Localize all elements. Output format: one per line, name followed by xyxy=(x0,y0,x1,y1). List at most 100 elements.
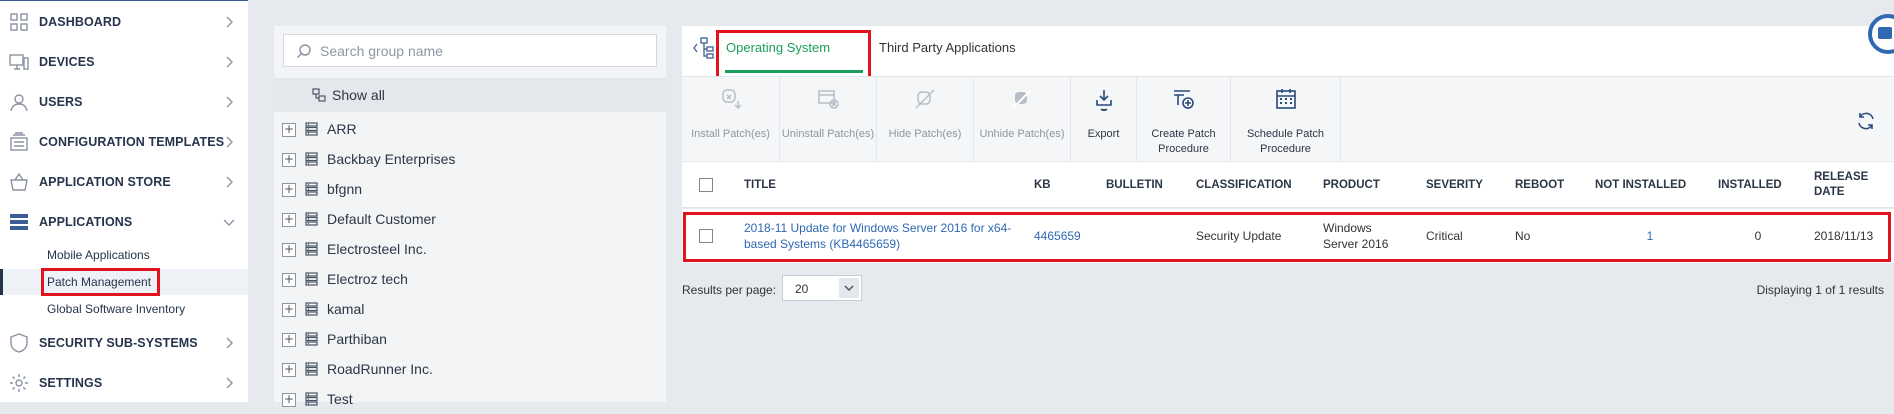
header-product[interactable]: PRODUCT xyxy=(1323,162,1413,208)
group-row[interactable]: + bfgnn xyxy=(274,174,666,204)
nav-application-store[interactable]: APPLICATION STORE xyxy=(0,162,248,202)
header-kb[interactable]: KB xyxy=(1034,162,1094,208)
header-severity[interactable]: SEVERITY xyxy=(1426,162,1506,208)
user-icon xyxy=(10,94,28,112)
chevron-down-icon xyxy=(839,278,859,298)
header-title[interactable]: TITLE xyxy=(744,162,984,208)
expand-icon[interactable]: + xyxy=(282,273,296,287)
results-per-page-label: Results per page: xyxy=(682,283,777,297)
table-header: TITLE KB BULLETIN CLASSIFICATION PRODUCT… xyxy=(682,162,1894,208)
hide-patches-button[interactable]: Hide Patch(es) xyxy=(877,77,974,162)
uninstall-patch-icon xyxy=(818,90,839,109)
nav-security-sub-systems[interactable]: SECURITY SUB-SYSTEMS xyxy=(0,323,248,363)
highlight-box xyxy=(716,30,871,79)
group-row[interactable]: + Default Customer xyxy=(274,204,666,234)
nav-label: APPLICATION STORE xyxy=(39,175,171,189)
export-download-icon xyxy=(1095,90,1112,111)
group-row[interactable]: + Parthiban xyxy=(274,324,666,354)
schedule-patch-procedure-button[interactable]: Schedule Patch Procedure xyxy=(1231,77,1341,162)
header-reboot[interactable]: REBOOT xyxy=(1515,162,1585,208)
expand-icon[interactable]: + xyxy=(282,243,296,257)
subnav-mobile-applications[interactable]: Mobile Applications xyxy=(0,242,248,268)
refresh-icon[interactable] xyxy=(1856,111,1876,131)
chevron-right-icon xyxy=(226,377,233,389)
header-classification[interactable]: CLASSIFICATION xyxy=(1196,162,1306,208)
create-patch-procedure-button[interactable]: Create Patch Procedure xyxy=(1137,77,1231,162)
collapse-tree-icon[interactable] xyxy=(692,36,716,60)
show-all-button[interactable]: Show all xyxy=(274,78,666,112)
nav-label: APPLICATIONS xyxy=(39,215,133,229)
nav-label: DASHBOARD xyxy=(39,15,122,29)
chevron-right-icon xyxy=(226,56,233,68)
expand-icon[interactable]: + xyxy=(282,303,296,317)
expand-icon[interactable]: + xyxy=(282,183,296,197)
expand-icon[interactable]: + xyxy=(282,213,296,227)
toolbar: Install Patch(es) Uninstall Patch(es) Hi… xyxy=(682,76,1894,177)
table-footer: Results per page: 20 Displaying 1 of 1 r… xyxy=(682,263,1894,323)
expand-icon[interactable]: + xyxy=(282,363,296,377)
nav-settings[interactable]: SETTINGS xyxy=(0,363,248,403)
nav-dashboard[interactable]: DASHBOARD xyxy=(0,2,248,42)
group-row[interactable]: + Electrosteel Inc. xyxy=(274,234,666,264)
chevron-right-icon xyxy=(226,16,233,28)
expand-icon[interactable]: + xyxy=(282,123,296,137)
group-search-input[interactable] xyxy=(320,35,650,66)
group-row[interactable]: + kamal xyxy=(274,294,666,324)
expand-icon[interactable]: + xyxy=(282,393,296,407)
nav-configuration-templates[interactable]: CONFIGURATION TEMPLATES xyxy=(0,122,248,162)
nav-label: SECURITY SUB-SYSTEMS xyxy=(39,336,198,350)
nav-label: DEVICES xyxy=(39,55,95,69)
group-row[interactable]: + Backbay Enterprises xyxy=(274,144,666,174)
export-label: Export xyxy=(1087,128,1120,140)
header-installed[interactable]: INSTALLED xyxy=(1718,162,1798,208)
server-group-icon xyxy=(305,212,318,226)
group-row[interactable]: + Test xyxy=(274,384,666,414)
tab-third-party-applications[interactable]: Third Party Applications xyxy=(879,40,1016,55)
highlight-box xyxy=(683,212,1891,262)
nav-applications[interactable]: APPLICATIONS xyxy=(0,202,248,242)
group-row[interactable]: + RoadRunner Inc. xyxy=(274,354,666,384)
server-group-icon xyxy=(305,272,318,286)
subnav-global-software-inventory[interactable]: Global Software Inventory xyxy=(0,296,248,322)
expand-icon[interactable]: + xyxy=(282,153,296,167)
nav-devices[interactable]: DEVICES xyxy=(0,42,248,82)
server-group-icon xyxy=(305,302,318,316)
displaying-count: Displaying 1 of 1 results xyxy=(1756,283,1884,297)
header-release-date[interactable]: RELEASE DATE xyxy=(1814,162,1874,208)
server-group-icon xyxy=(305,122,318,136)
schedule-patch-procedure-label: Schedule Patch Procedure xyxy=(1246,128,1325,155)
install-patches-button[interactable]: Install Patch(es) xyxy=(682,77,780,162)
nav-users[interactable]: USERS xyxy=(0,82,248,122)
install-patches-label: Install Patch(es) xyxy=(691,128,770,140)
group-name: Electrosteel Inc. xyxy=(327,241,427,257)
server-group-icon xyxy=(305,332,318,346)
chevron-down-icon xyxy=(223,219,235,226)
uninstall-patches-label: Uninstall Patch(es) xyxy=(781,128,875,140)
header-bulletin[interactable]: BULLETIN xyxy=(1106,162,1186,208)
export-button[interactable]: Export xyxy=(1071,77,1137,162)
nav-label: CONFIGURATION TEMPLATES xyxy=(39,135,225,149)
group-name: RoadRunner Inc. xyxy=(327,361,433,377)
select-all-checkbox[interactable] xyxy=(699,178,713,192)
group-name: Default Customer xyxy=(327,211,436,227)
hide-patches-label: Hide Patch(es) xyxy=(888,128,962,140)
nav-label: USERS xyxy=(39,95,83,109)
results-per-page-select[interactable]: 20 xyxy=(782,275,862,301)
active-indicator xyxy=(0,269,3,295)
uninstall-patches-button[interactable]: Uninstall Patch(es) xyxy=(780,77,877,162)
patch-main-panel: Operating System Third Party Application… xyxy=(682,26,1894,402)
server-group-icon xyxy=(305,182,318,196)
chevron-right-icon xyxy=(226,337,233,349)
show-all-label: Show all xyxy=(332,87,385,103)
group-name: Parthiban xyxy=(327,331,387,347)
nav-label: SETTINGS xyxy=(39,376,103,390)
unhide-patches-button[interactable]: Unhide Patch(es) xyxy=(974,77,1071,162)
group-row[interactable]: + Electroz tech xyxy=(274,264,666,294)
gear-icon xyxy=(10,374,28,392)
devices-icon xyxy=(9,54,29,70)
group-row[interactable]: + ARR xyxy=(274,114,666,144)
expand-icon[interactable]: + xyxy=(282,333,296,347)
server-group-icon xyxy=(305,242,318,256)
group-search-box xyxy=(283,34,657,67)
header-not-installed[interactable]: NOT INSTALLED xyxy=(1595,162,1705,208)
